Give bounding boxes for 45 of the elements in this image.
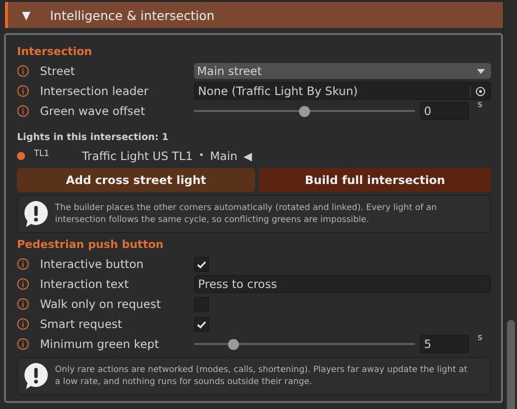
info-icon[interactable] [17,105,29,117]
field-label: Interaction text [40,277,130,291]
info-icon[interactable] [17,298,29,310]
number-field[interactable]: 0 [420,102,469,120]
number-field[interactable]: 5 [420,335,469,353]
field-label: Interactive button [40,257,145,271]
slider-thumb[interactable] [228,338,239,350]
info-icon[interactable] [17,85,29,97]
info-icon[interactable] [17,278,29,290]
field-label: Minimum green kept [40,337,160,351]
info-icon[interactable] [17,318,29,330]
street-dropdown[interactable]: Main street [194,63,491,79]
field-label: Smart request [40,317,124,331]
checkbox[interactable] [194,256,209,272]
warning-icon [23,362,49,390]
field-label: Walk only on request [40,297,162,311]
info-icon[interactable] [17,338,29,350]
section-header[interactable]: ▼ Intelligence & intersection [5,2,503,28]
help-text: Only rare actions are networked (modes, calls, shortening). Players far away update the light at a low rate, and nothing runs for sounds outside their range. [55,364,468,388]
action-button[interactable]: Add cross street light [17,168,255,192]
section-title: Intersection [17,44,94,60]
caret-icon: ▼ [22,8,36,22]
scrollbar[interactable] [503,0,517,409]
field-label: Street [40,64,76,78]
unit-label: s [476,333,484,343]
field-label: Intersection leader [40,84,150,98]
object-field[interactable]: None (Traffic Light By Skun) [194,82,491,100]
lights-count: Lights in this intersection: 1 [17,131,170,145]
action-button[interactable]: Build full intersection [259,168,491,192]
text-field[interactable]: Press to cross [194,275,491,293]
light-id: TL1 [34,149,50,159]
slider-thumb[interactable] [298,106,310,116]
checkbox[interactable] [194,316,209,332]
unit-label: s [476,100,484,110]
light-name[interactable]: Traffic Light US TL1 [82,149,193,163]
warning-icon [23,200,49,228]
scrollbar-thumb[interactable] [507,320,515,409]
street-name: Main [210,149,238,163]
help-text: The builder places the other corners automatically (rotated and linked). Every light of an intersection follows the same cycle, so conflicting greens are impossible. [55,202,438,226]
section-title: Pedestrian push button [17,237,164,253]
separator-dot: • [198,151,204,161]
field-label: Green wave offset [40,104,146,118]
pointer-marker: ◀ [243,150,252,162]
info-icon[interactable] [17,258,29,270]
info-icon[interactable] [17,65,29,77]
